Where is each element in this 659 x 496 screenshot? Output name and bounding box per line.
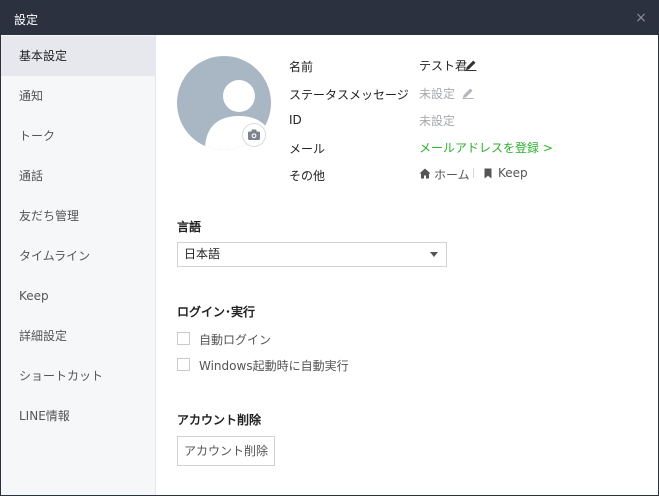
change-photo-button[interactable]: [242, 123, 266, 147]
sidebar-item-calls[interactable]: 通話: [1, 156, 156, 196]
delete-account-button[interactable]: アカウント削除: [177, 436, 275, 466]
window-title: 設定: [14, 13, 39, 27]
checkbox-box: [177, 332, 190, 345]
camera-icon: [248, 129, 260, 140]
sidebar-item-friends[interactable]: 友だち管理: [1, 196, 156, 236]
auto-start-label: Windows起動時に自動実行: [199, 359, 349, 373]
other-label: その他: [289, 169, 326, 183]
language-title: 言語: [177, 220, 202, 234]
home-icon: [419, 168, 431, 179]
language-selected-value: 日本語: [184, 247, 221, 261]
divider: [473, 168, 474, 178]
status-label: ステータスメッセージ: [289, 88, 409, 102]
id-label: ID: [289, 113, 302, 127]
edit-status-icon[interactable]: [462, 87, 474, 99]
name-label: 名前: [289, 60, 314, 74]
auto-login-label: 自動ログイン: [199, 333, 272, 347]
close-icon: ×: [635, 10, 647, 26]
title-bar: 設定 ×: [1, 1, 658, 35]
sidebar-item-basic-settings[interactable]: 基本設定: [1, 36, 156, 76]
sidebar-item-line-info[interactable]: LINE情報: [1, 396, 156, 436]
login-title: ログイン･実行: [177, 305, 256, 319]
mail-label: メール: [289, 142, 326, 156]
settings-window: 設定 × 基本設定 通知 トーク 通話 友だち管理 タイムライン Keep 詳細…: [0, 0, 659, 496]
sidebar-item-advanced[interactable]: 詳細設定: [1, 316, 156, 356]
auto-start-checkbox[interactable]: Windows起動時に自動実行: [177, 357, 377, 373]
sidebar-item-notifications[interactable]: 通知: [1, 76, 156, 116]
auto-login-checkbox[interactable]: 自動ログイン: [177, 331, 297, 347]
language-select[interactable]: 日本語: [177, 242, 447, 267]
register-email-link[interactable]: メールアドレスを登録 >: [419, 139, 553, 156]
settings-content: 名前 テスト君 ステータスメッセージ 未設定 ID 未設定 メール メールアドレ…: [157, 35, 658, 495]
home-link[interactable]: ホーム: [434, 166, 470, 183]
keep-link[interactable]: Keep: [498, 166, 528, 180]
sidebar-item-talk[interactable]: トーク: [1, 116, 156, 156]
name-value: テスト君: [419, 59, 468, 73]
chevron-down-icon: [430, 252, 438, 257]
sidebar: 基本設定 通知 トーク 通話 友だち管理 タイムライン Keep 詳細設定 ショ…: [1, 35, 156, 495]
checkbox-box: [177, 358, 190, 371]
sidebar-item-shortcuts[interactable]: ショートカット: [1, 356, 156, 396]
edit-name-icon[interactable]: [465, 59, 477, 71]
close-button[interactable]: ×: [632, 9, 650, 27]
id-value: 未設定: [419, 114, 456, 128]
sidebar-item-keep[interactable]: Keep: [1, 276, 156, 316]
bookmark-icon: [484, 168, 492, 179]
status-value: 未設定: [419, 87, 456, 101]
sidebar-item-timeline[interactable]: タイムライン: [1, 236, 156, 276]
account-delete-title: アカウント削除: [177, 413, 262, 427]
